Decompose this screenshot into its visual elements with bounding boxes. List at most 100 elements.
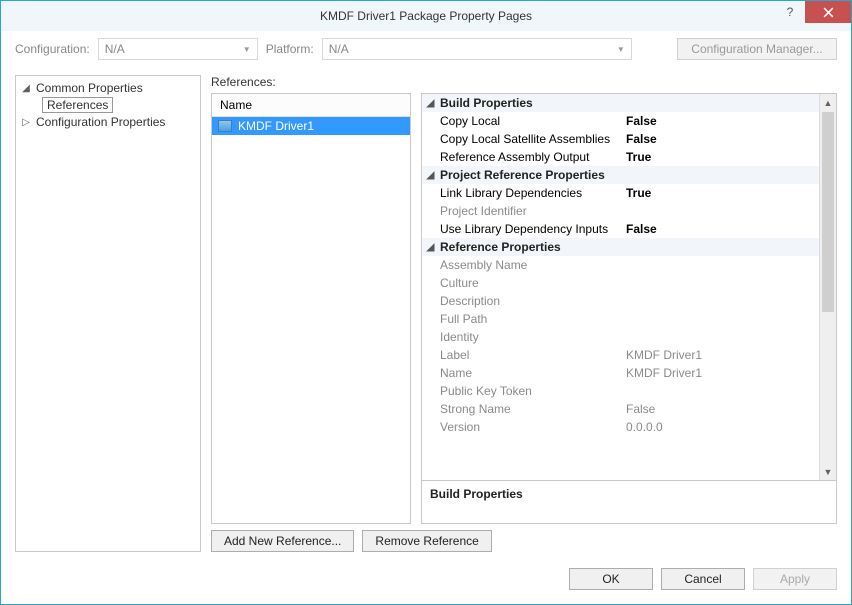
remove-reference-button[interactable]: Remove Reference — [362, 530, 491, 552]
grid-key: Identity — [436, 328, 622, 346]
grid-key: Full Path — [436, 310, 622, 328]
grid-value[interactable]: False — [622, 130, 819, 148]
collapse-icon[interactable]: ◢ — [422, 240, 436, 255]
grid-category-label: Reference Properties — [436, 238, 622, 256]
grid-row-assembly-name[interactable]: Assembly Name — [422, 256, 819, 274]
grid-value — [622, 281, 819, 285]
reference-icon — [218, 120, 232, 132]
list-item-label: KMDF Driver1 — [238, 119, 314, 133]
apply-button[interactable]: Apply — [753, 568, 837, 590]
grid-row-link-library[interactable]: Link Library Dependencies True — [422, 184, 819, 202]
grid-key: Version — [436, 418, 622, 436]
tree-label: Configuration Properties — [36, 115, 165, 129]
platform-label: Platform: — [266, 42, 314, 56]
grid-key: Strong Name — [436, 400, 622, 418]
grid-value[interactable]: False — [622, 220, 819, 238]
window-controls: ? — [775, 1, 851, 23]
help-button[interactable]: ? — [775, 1, 805, 23]
list-header-name[interactable]: Name — [212, 94, 410, 117]
grid-value — [622, 299, 819, 303]
grid-row-copy-satellite[interactable]: Copy Local Satellite Assemblies False — [422, 130, 819, 148]
grid-value — [622, 389, 819, 393]
chevron-down-icon: ▼ — [243, 45, 251, 54]
grid-value — [622, 317, 819, 321]
grid-row-strong-name[interactable]: Strong NameFalse — [422, 400, 819, 418]
list-item[interactable]: KMDF Driver1 — [212, 117, 410, 135]
titlebar[interactable]: KMDF Driver1 Package Property Pages ? — [1, 1, 851, 31]
grid-category-project-reference[interactable]: ◢ Project Reference Properties — [422, 166, 819, 184]
reference-buttons: Add New Reference... Remove Reference — [211, 530, 837, 552]
chevron-down-icon: ▼ — [617, 45, 625, 54]
references-list[interactable]: Name KMDF Driver1 — [211, 93, 411, 524]
grid-row-reference-assembly-output[interactable]: Reference Assembly Output True — [422, 148, 819, 166]
nav-tree[interactable]: ◢ Common Properties References ▷ Configu… — [15, 75, 201, 552]
configuration-manager-button[interactable]: Configuration Manager... — [677, 38, 837, 60]
configuration-dropdown[interactable]: N/A ▼ — [98, 38, 258, 60]
grid-key: Description — [436, 292, 622, 310]
grid-key: Use Library Dependency Inputs — [436, 220, 622, 238]
grid-row-full-path[interactable]: Full Path — [422, 310, 819, 328]
tree-item-configuration-properties[interactable]: ▷ Configuration Properties — [18, 114, 198, 130]
collapse-icon[interactable]: ◢ — [422, 96, 436, 111]
grid-category-build[interactable]: ◢ Build Properties — [422, 94, 819, 112]
close-icon — [823, 7, 834, 18]
grid-row-use-library-inputs[interactable]: Use Library Dependency Inputs False — [422, 220, 819, 238]
grid-value[interactable]: False — [622, 112, 819, 130]
grid-row-copy-local[interactable]: Copy Local False — [422, 112, 819, 130]
grid-row-identity[interactable]: Identity — [422, 328, 819, 346]
grid-row-project-identifier[interactable]: Project Identifier — [422, 202, 819, 220]
grid-value: 0.0.0.0 — [622, 418, 819, 436]
grid-row-name[interactable]: NameKMDF Driver1 — [422, 364, 819, 382]
collapse-icon[interactable]: ◢ — [20, 83, 32, 94]
close-button[interactable] — [805, 1, 851, 23]
tree-label: References — [42, 97, 113, 113]
grid-key: Copy Local Satellite Assemblies — [436, 130, 622, 148]
platform-dropdown[interactable]: N/A ▼ — [322, 38, 632, 60]
platform-value: N/A — [329, 42, 349, 56]
grid-category-label: Build Properties — [436, 94, 622, 112]
tree-item-references[interactable]: References — [18, 96, 198, 114]
grid-category-reference-properties[interactable]: ◢ Reference Properties — [422, 238, 819, 256]
property-grid-rows[interactable]: ◢ Build Properties Copy Local False Copy… — [422, 94, 819, 480]
grid-category-label: Project Reference Properties — [436, 166, 622, 184]
add-new-reference-button[interactable]: Add New Reference... — [211, 530, 354, 552]
grid-value[interactable]: True — [622, 148, 819, 166]
grid-key: Link Library Dependencies — [436, 184, 622, 202]
scroll-down-icon[interactable]: ▼ — [820, 463, 836, 480]
grid-value — [622, 263, 819, 267]
grid-description-header: Build Properties — [422, 480, 836, 523]
configuration-label: Configuration: — [15, 42, 90, 56]
scroll-thumb[interactable] — [822, 112, 834, 312]
grid-key: Name — [436, 364, 622, 382]
collapse-icon[interactable]: ◢ — [422, 168, 436, 183]
grid-value: KMDF Driver1 — [622, 364, 819, 382]
tree-item-common-properties[interactable]: ◢ Common Properties — [18, 80, 198, 96]
grid-row-version[interactable]: Version0.0.0.0 — [422, 418, 819, 436]
ok-button[interactable]: OK — [569, 568, 653, 590]
panes: Name KMDF Driver1 ◢ Build Properties — [211, 93, 837, 524]
grid-value — [622, 335, 819, 339]
grid-row-description[interactable]: Description — [422, 292, 819, 310]
grid-value[interactable]: True — [622, 184, 819, 202]
dialog-footer: OK Cancel Apply — [1, 560, 851, 604]
property-grid: ◢ Build Properties Copy Local False Copy… — [421, 93, 837, 524]
cancel-button[interactable]: Cancel — [661, 568, 745, 590]
dialog-window: KMDF Driver1 Package Property Pages ? Co… — [0, 0, 852, 605]
grid-value: False — [622, 400, 819, 418]
grid-key: Assembly Name — [436, 256, 622, 274]
vertical-scrollbar[interactable]: ▲ ▼ — [819, 94, 836, 480]
tree-label: Common Properties — [36, 81, 143, 95]
grid-key: Project Identifier — [436, 202, 622, 220]
expand-icon[interactable]: ▷ — [20, 117, 32, 128]
grid-row-culture[interactable]: Culture — [422, 274, 819, 292]
scroll-up-icon[interactable]: ▲ — [820, 94, 836, 111]
configuration-value: N/A — [105, 42, 125, 56]
grid-row-public-key-token[interactable]: Public Key Token — [422, 382, 819, 400]
dialog-body: ◢ Common Properties References ▷ Configu… — [1, 67, 851, 560]
grid-key: Public Key Token — [436, 382, 622, 400]
grid-value: KMDF Driver1 — [622, 346, 819, 364]
references-label: References: — [211, 75, 837, 89]
config-toolbar: Configuration: N/A ▼ Platform: N/A ▼ Con… — [1, 31, 851, 67]
grid-row-label[interactable]: LabelKMDF Driver1 — [422, 346, 819, 364]
grid-key: Culture — [436, 274, 622, 292]
